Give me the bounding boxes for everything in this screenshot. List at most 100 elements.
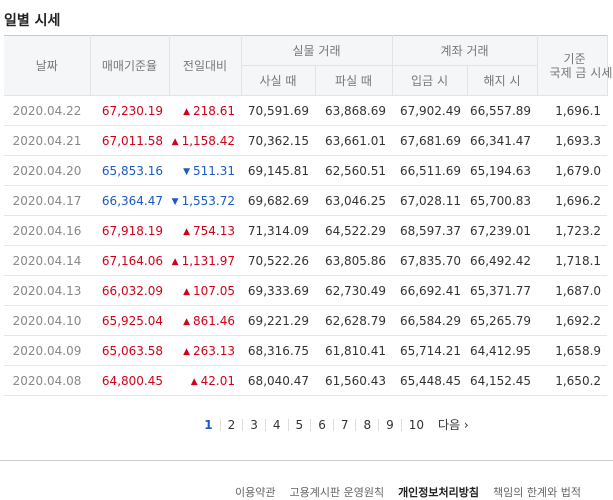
page-link-8[interactable]: 8: [356, 419, 380, 431]
cell-deposit: 68,597.37: [392, 215, 468, 246]
footer-link[interactable]: 책임의 한계와 법적: [493, 486, 581, 499]
footer-links: 이용약관 고용계시판 운영원칙 개인정보처리방침 책임의 한계와 법적: [235, 484, 595, 500]
page-link-2[interactable]: 2: [221, 419, 244, 431]
cell-intl-gold: 1,723.2: [537, 215, 608, 246]
cell-withdraw: 67,239.01: [467, 215, 538, 246]
cell-cash-sell: 63,661.01: [315, 125, 393, 156]
cell-deposit: 66,584.29: [392, 305, 468, 336]
arrow-down-icon: ▼: [183, 166, 190, 177]
header-withdraw: 해지 시: [467, 65, 538, 96]
cell-change: ▼ 511.31: [169, 155, 241, 186]
table-body: 2020.04.22 67,230.19 ▲ 218.61 70,591.69 63,86…: [4, 95, 613, 396]
cell-deposit: 66,511.69: [392, 155, 468, 186]
cell-withdraw: 65,371.77: [467, 275, 538, 306]
cell-deposit: 67,681.69: [392, 125, 468, 156]
cell-date: 2020.04.17: [4, 185, 90, 216]
page-link-3[interactable]: 3: [243, 419, 266, 431]
footer-link[interactable]: 개인정보처리방침: [398, 486, 479, 499]
arrow-up-icon: ▲: [171, 136, 179, 147]
cell-base-rate: 67,011.58: [90, 125, 169, 156]
cell-deposit: 65,448.45: [392, 365, 468, 396]
pagination: 1 2 3 4 5 6 7 8 9 10 다음 ›: [0, 416, 613, 433]
header-intl-line1: 기준: [563, 51, 586, 66]
arrow-up-icon: ▲: [171, 256, 179, 267]
cell-date: 2020.04.14: [4, 245, 90, 276]
cell-base-rate: 67,164.06: [90, 245, 169, 276]
cell-withdraw: 64,412.95: [467, 335, 538, 366]
cell-cash-buy: 69,333.69: [241, 275, 315, 306]
cell-cash-sell: 61,560.43: [315, 365, 393, 396]
cell-cash-buy: 68,040.47: [241, 365, 315, 396]
cell-base-rate: 65,853.16: [90, 155, 169, 186]
cell-base-rate: 66,032.09: [90, 275, 169, 306]
footer-link[interactable]: 고용계시판 운영원칙: [289, 486, 384, 499]
table-row: 2020.04.09 65,063.58 ▲ 263.13 68,316.75 61,81…: [4, 335, 613, 366]
cell-intl-gold: 1,692.2: [537, 305, 608, 336]
cell-withdraw: 64,152.45: [467, 365, 538, 396]
table-row: 2020.04.17 66,364.47 ▼ 1,553.72 69,682.69 63,…: [4, 185, 613, 216]
page-title: 일별 시세: [4, 13, 61, 29]
cell-deposit: 67,835.70: [392, 245, 468, 276]
cell-cash-sell: 62,628.79: [315, 305, 393, 336]
cell-change: ▲ 107.05: [169, 275, 241, 306]
cell-change: ▲ 1,158.42: [169, 125, 241, 156]
cell-cash-sell: 62,560.51: [315, 155, 393, 186]
cell-withdraw: 66,492.42: [467, 245, 538, 276]
header-deposit: 입금 시: [392, 65, 468, 96]
cell-cash-buy: 70,362.15: [241, 125, 315, 156]
page-link-7[interactable]: 7: [334, 419, 357, 431]
arrow-up-icon: ▲: [190, 376, 198, 387]
cell-date: 2020.04.13: [4, 275, 90, 306]
page-link-5[interactable]: 5: [289, 419, 312, 431]
page-link-10[interactable]: 10: [402, 419, 431, 431]
cell-base-rate: 65,063.58: [90, 335, 169, 366]
cell-cash-buy: 70,522.26: [241, 245, 315, 276]
cell-base-rate: 66,364.47: [90, 185, 169, 216]
change-value: 42.01: [200, 373, 235, 388]
table-row: 2020.04.21 67,011.58 ▲ 1,158.42 70,362.15 63,…: [4, 125, 613, 156]
cell-intl-gold: 1,687.0: [537, 275, 608, 306]
cell-change: ▲ 218.61: [169, 95, 241, 126]
footer-link[interactable]: 이용약관: [235, 486, 275, 499]
page-link-9[interactable]: 9: [379, 419, 402, 431]
table-row: 2020.04.13 66,032.09 ▲ 107.05 69,333.69 62,73…: [4, 275, 613, 306]
cell-deposit: 67,902.49: [392, 95, 468, 126]
change-value: 263.13: [193, 343, 235, 358]
header-intl-line2: 국제 금 시세: [549, 65, 613, 80]
cell-change: ▲ 754.13: [169, 215, 241, 246]
page-link-1[interactable]: 1: [197, 419, 221, 431]
cell-base-rate: 64,800.45: [90, 365, 169, 396]
change-value: 107.05: [193, 283, 235, 298]
header-cash-buy: 사실 때: [241, 65, 316, 96]
cell-date: 2020.04.09: [4, 335, 90, 366]
table-row: 2020.04.16 67,918.19 ▲ 754.13 71,314.09 64,52…: [4, 215, 613, 246]
cell-intl-gold: 1,679.0: [537, 155, 608, 186]
page-link-4[interactable]: 4: [266, 419, 289, 431]
cell-intl-gold: 1,718.1: [537, 245, 608, 276]
cell-change: ▲ 1,131.97: [169, 245, 241, 276]
table-row: 2020.04.14 67,164.06 ▲ 1,131.97 70,522.26 63,…: [4, 245, 613, 276]
table-row: 2020.04.22 67,230.19 ▲ 218.61 70,591.69 63,86…: [4, 95, 613, 126]
cell-base-rate: 67,230.19: [90, 95, 169, 126]
change-value: 861.46: [193, 313, 235, 328]
cell-withdraw: 65,265.79: [467, 305, 538, 336]
cell-cash-sell: 63,868.69: [315, 95, 393, 126]
next-page-button[interactable]: 다음 ›: [431, 416, 476, 433]
header-account-group: 계좌 거래: [392, 35, 538, 66]
header-intl-gold: 기준 국제 금 시세: [537, 35, 613, 96]
cell-change: ▲ 263.13: [169, 335, 241, 366]
page-link-6[interactable]: 6: [311, 419, 334, 431]
cell-cash-buy: 69,145.81: [241, 155, 315, 186]
change-value: 218.61: [193, 103, 235, 118]
change-value: 511.31: [193, 163, 235, 178]
cell-withdraw: 65,700.83: [467, 185, 538, 216]
cell-date: 2020.04.10: [4, 305, 90, 336]
footer-divider: [0, 460, 613, 461]
cell-cash-buy: 70,591.69: [241, 95, 315, 126]
cell-cash-buy: 69,682.69: [241, 185, 315, 216]
cell-cash-sell: 62,730.49: [315, 275, 393, 306]
table-row: 2020.04.10 65,925.04 ▲ 861.46 69,221.29 62,62…: [4, 305, 613, 336]
cell-change: ▲ 861.46: [169, 305, 241, 336]
table-row: 2020.04.20 65,853.16 ▼ 511.31 69,145.81 62,56…: [4, 155, 613, 186]
cell-cash-sell: 63,046.25: [315, 185, 393, 216]
